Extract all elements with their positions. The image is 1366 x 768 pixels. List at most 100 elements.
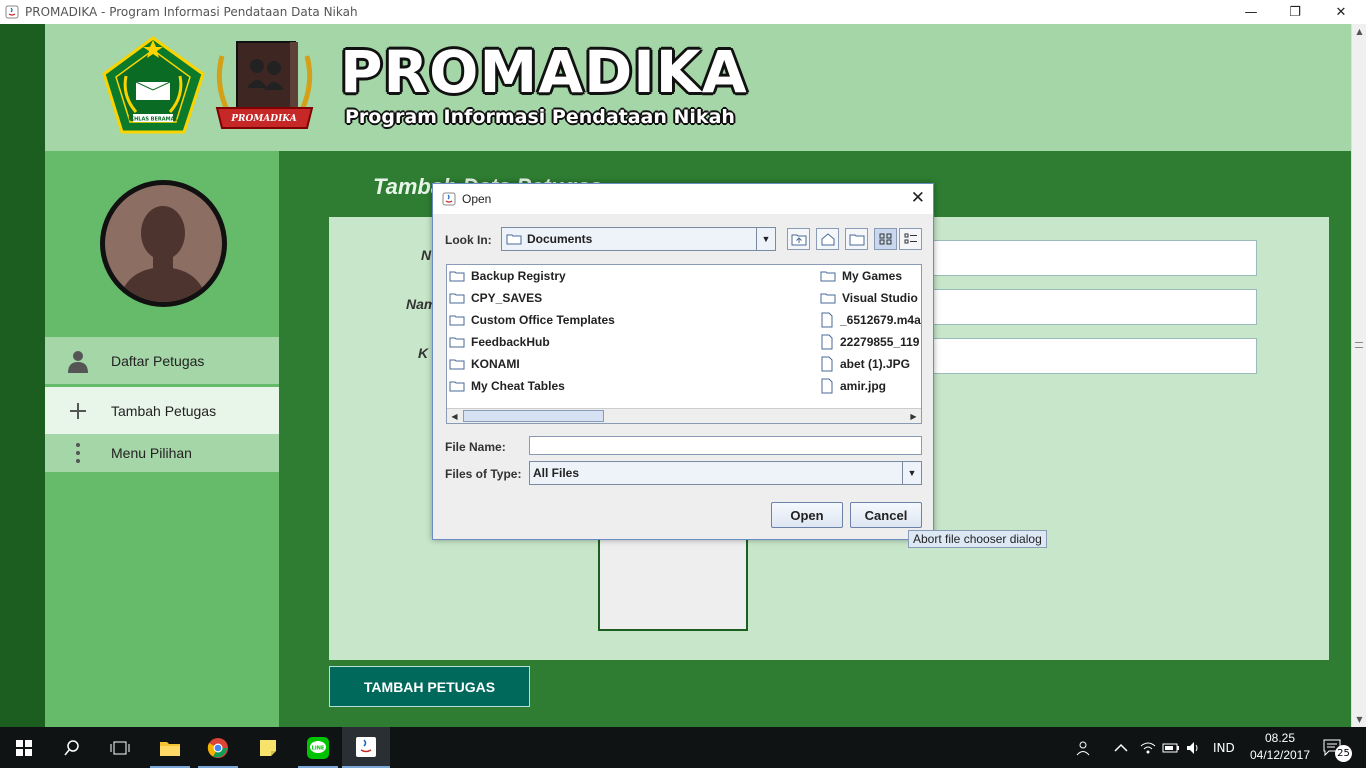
minimize-button[interactable]: —: [1228, 0, 1274, 24]
file-name: _6512679.m4a: [840, 313, 921, 327]
list-item-folder[interactable]: FeedbackHub: [449, 333, 809, 351]
cancel-button[interactable]: Cancel: [850, 502, 922, 528]
file-name-label: File Name:: [445, 440, 506, 454]
file-icon: [821, 356, 833, 372]
sticky-notes-button[interactable]: [244, 727, 292, 768]
file-name: Custom Office Templates: [471, 313, 615, 327]
brand-title: PROMADIKA: [340, 38, 748, 106]
folder-icon: [820, 271, 836, 282]
sidebar-item-tambah-petugas[interactable]: Tambah Petugas: [45, 387, 279, 434]
scroll-right-icon[interactable]: ▶: [906, 409, 921, 423]
list-item-folder[interactable]: Backup Registry: [449, 267, 809, 285]
sidebar: Daftar Petugas Tambah Petugas Menu Pilih…: [45, 151, 279, 727]
people-icon[interactable]: [1076, 727, 1094, 768]
sidebar-item-daftar-petugas[interactable]: Daftar Petugas: [45, 337, 279, 384]
list-item-folder[interactable]: Visual Studio 2: [820, 289, 921, 307]
java-app-icon: [442, 192, 456, 206]
form-input-3[interactable]: [929, 338, 1257, 374]
chevron-up-icon[interactable]: [1114, 727, 1128, 768]
open-button[interactable]: Open: [771, 502, 843, 528]
task-view-icon: [110, 741, 130, 754]
folder-icon: [820, 293, 836, 304]
window-titlebar: PROMADIKA - Program Informasi Pendataan …: [0, 0, 1366, 24]
sticky-notes-icon: [260, 739, 276, 756]
folder-icon: [449, 271, 465, 282]
new-folder-button[interactable]: [845, 228, 868, 250]
wifi-icon[interactable]: [1140, 727, 1156, 768]
up-one-level-button[interactable]: [787, 228, 810, 250]
vertical-scrollbar[interactable]: ▲ ▼: [1351, 24, 1366, 727]
search-button[interactable]: [48, 727, 96, 768]
look-in-select[interactable]: Documents ▼: [501, 227, 776, 251]
dialog-close-icon[interactable]: ✕: [911, 188, 925, 208]
search-icon: [64, 739, 79, 755]
file-icon: [821, 378, 833, 394]
tambah-petugas-button[interactable]: TAMBAH PETUGAS: [329, 666, 530, 707]
list-item-folder[interactable]: Custom Office Templates: [449, 311, 809, 329]
action-center-icon[interactable]: 25: [1323, 727, 1362, 768]
list-item-folder[interactable]: KONAMI: [449, 355, 809, 373]
clock[interactable]: 08.25 04/12/2017: [1240, 730, 1320, 764]
chrome-button[interactable]: [194, 727, 242, 768]
details-view-button[interactable]: [899, 228, 922, 250]
close-window-button[interactable]: ✕: [1318, 0, 1364, 24]
restore-button[interactable]: ❐: [1272, 0, 1318, 24]
file-name-input[interactable]: [529, 436, 922, 455]
taskbar: LINE IND 08.25 04/12/2017 25: [0, 727, 1366, 768]
scroll-thumb[interactable]: [463, 410, 604, 422]
list-item-folder[interactable]: CPY_SAVES: [449, 289, 809, 307]
scroll-down-icon[interactable]: ▼: [1352, 712, 1366, 727]
file-name: amir.jpg: [840, 379, 887, 393]
folder-icon: [449, 293, 465, 304]
folder-icon: [449, 315, 465, 326]
form-input-2[interactable]: [929, 289, 1257, 325]
window-title: PROMADIKA - Program Informasi Pendataan …: [25, 5, 358, 19]
clock-date: 04/12/2017: [1249, 748, 1311, 762]
chevron-down-icon[interactable]: ▼: [756, 228, 775, 250]
battery-icon[interactable]: [1162, 727, 1180, 768]
folder-icon: [449, 359, 465, 370]
svg-text:LINE: LINE: [312, 745, 325, 751]
scroll-left-icon[interactable]: ◀: [447, 409, 462, 423]
horizontal-scrollbar[interactable]: ◀ ▶: [447, 408, 921, 423]
list-item-file[interactable]: 22279855_119: [820, 333, 921, 351]
list-item-file[interactable]: abet (1).JPG: [820, 355, 921, 373]
promadika-logo-icon: PROMADIKA: [215, 41, 314, 129]
folder-icon: [506, 234, 522, 245]
kemenag-logo-icon: IKHLAS BERAMAL: [102, 36, 205, 134]
file-icon: [821, 312, 833, 328]
list-item-folder[interactable]: My Cheat Tables: [449, 377, 809, 395]
list-view-button[interactable]: [874, 228, 897, 250]
java-app-icon: [5, 5, 19, 19]
language-indicator[interactable]: IND: [1213, 727, 1235, 768]
java-app-button[interactable]: [342, 727, 390, 768]
file-name: Visual Studio 2: [842, 291, 921, 305]
windows-logo-icon: [16, 739, 32, 756]
form-input-1[interactable]: [929, 240, 1257, 276]
clock-time: 08.25: [1264, 731, 1296, 745]
file-list[interactable]: Backup Registry CPY_SAVES Custom Office …: [446, 264, 922, 424]
home-button[interactable]: [816, 228, 839, 250]
folder-icon: [449, 381, 465, 392]
scroll-up-icon[interactable]: ▲: [1352, 24, 1366, 39]
file-name: Backup Registry: [471, 269, 566, 283]
line-app-button[interactable]: LINE: [294, 727, 342, 768]
folder-up-icon: [791, 234, 806, 246]
volume-icon[interactable]: [1186, 727, 1202, 768]
list-item-file[interactable]: amir.jpg: [820, 377, 921, 395]
file-explorer-button[interactable]: [146, 727, 194, 768]
start-button[interactable]: [0, 727, 48, 768]
chevron-down-icon[interactable]: ▼: [902, 462, 921, 484]
folder-icon: [449, 337, 465, 348]
list-item-folder[interactable]: My Games: [820, 267, 921, 285]
files-of-type-select[interactable]: All Files ▼: [529, 461, 922, 485]
file-name: My Games: [842, 269, 903, 283]
brand-subtitle: Program Informasi Pendataan Nikah: [345, 106, 735, 128]
file-name: FeedbackHub: [471, 335, 550, 349]
files-of-type-label: Files of Type:: [445, 467, 522, 481]
avatar: [100, 180, 227, 307]
sidebar-item-menu-pilihan[interactable]: Menu Pilihan: [45, 434, 279, 472]
file-name: abet (1).JPG: [840, 357, 911, 371]
list-item-file[interactable]: _6512679.m4a: [820, 311, 921, 329]
task-view-button[interactable]: [96, 727, 144, 768]
